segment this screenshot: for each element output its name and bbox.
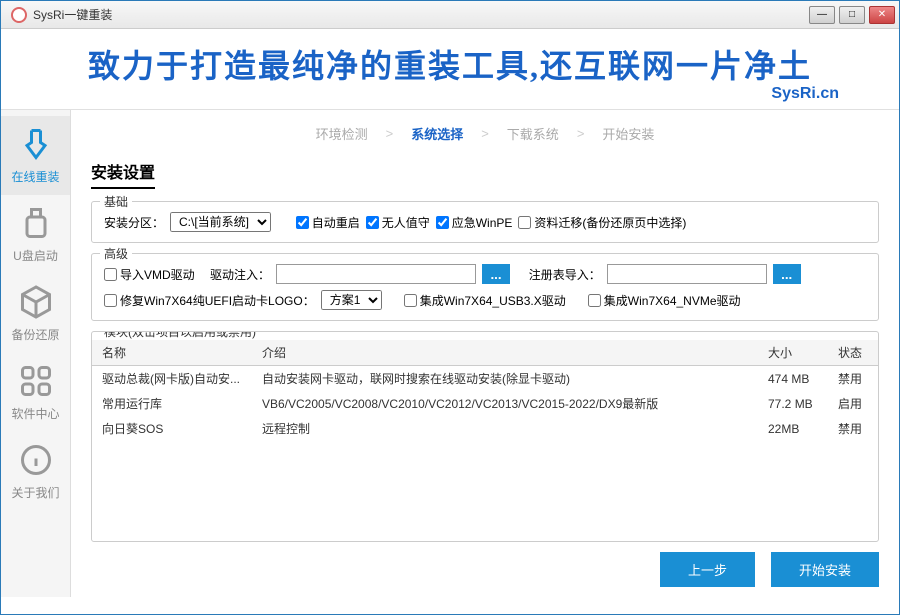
driver-inject-label: 驱动注入： (210, 266, 270, 283)
nvme-checkbox[interactable]: 集成Win7X64_NVMe驱动 (588, 292, 741, 309)
auto-restart-checkbox[interactable]: 自动重启 (296, 214, 360, 231)
cell-status: 启用 (828, 391, 878, 416)
chevron-right-icon: > (386, 126, 394, 141)
modules-legend: 模块(双击项目以启用或禁用) (100, 331, 260, 340)
sidebar-item-usb-boot[interactable]: U盘启动 (1, 195, 70, 274)
sidebar: 在线重装 U盘启动 备份还原 软件中心 关于我们 (1, 110, 71, 597)
basic-legend: 基础 (100, 193, 132, 210)
sidebar-item-about[interactable]: 关于我们 (1, 432, 70, 511)
step-env-check[interactable]: 环境检测 (306, 124, 378, 143)
col-name[interactable]: 名称 (92, 340, 252, 366)
content-pane: 环境检测 > 系统选择 > 下载系统 > 开始安装 安装设置 基础 安装分区： … (71, 110, 899, 597)
prev-button[interactable]: 上一步 (660, 552, 755, 587)
cell-size: 77.2 MB (758, 391, 828, 416)
close-button[interactable]: ✕ (869, 6, 895, 24)
registry-import-input[interactable] (607, 264, 767, 284)
app-icon (11, 7, 27, 23)
cell-status: 禁用 (828, 366, 878, 392)
col-desc[interactable]: 介绍 (252, 340, 758, 366)
table-row[interactable]: 驱动总裁(网卡版)自动安...自动安装网卡驱动，联网时搜索在线驱动安装(除显卡驱… (92, 366, 878, 392)
box-icon (16, 282, 56, 322)
info-icon (16, 440, 56, 480)
sidebar-item-label: U盘启动 (1, 247, 70, 264)
registry-import-label: 注册表导入： (529, 266, 601, 283)
cell-desc: VB6/VC2005/VC2008/VC2010/VC2012/VC2013/V… (252, 391, 758, 416)
fix-uefi-checkbox[interactable]: 修复Win7X64纯UEFI启动卡LOGO： (104, 292, 315, 309)
cell-size: 474 MB (758, 366, 828, 392)
modules-panel: 模块(双击项目以启用或禁用) 名称 介绍 大小 状态 驱动总裁(网卡版)自动安.… (91, 331, 879, 542)
sidebar-item-label: 关于我们 (1, 484, 70, 501)
sidebar-item-online-reinstall[interactable]: 在线重装 (1, 116, 70, 195)
data-migrate-checkbox[interactable]: 资料迁移(备份还原页中选择) (518, 214, 686, 231)
window-title: SysRi一键重装 (33, 6, 809, 23)
titlebar: SysRi一键重装 — □ ✕ (1, 1, 899, 29)
maximize-button[interactable]: □ (839, 6, 865, 24)
cell-desc: 远程控制 (252, 416, 758, 441)
usb-icon (16, 203, 56, 243)
minimize-button[interactable]: — (809, 6, 835, 24)
page-title: 安装设置 (91, 159, 155, 189)
cell-name: 驱动总裁(网卡版)自动安... (92, 366, 252, 392)
step-system-select[interactable]: 系统选择 (401, 124, 473, 143)
pointer-icon (16, 124, 56, 164)
step-download[interactable]: 下载系统 (497, 124, 569, 143)
unattended-checkbox[interactable]: 无人值守 (366, 214, 430, 231)
cell-name: 常用运行库 (92, 391, 252, 416)
modules-table: 名称 介绍 大小 状态 驱动总裁(网卡版)自动安...自动安装网卡驱动，联网时搜… (92, 340, 878, 441)
step-indicator: 环境检测 > 系统选择 > 下载系统 > 开始安装 (91, 124, 879, 143)
driver-inject-input[interactable] (276, 264, 476, 284)
hero-subtitle: SysRi.cn (21, 85, 879, 103)
sidebar-item-label: 在线重装 (1, 168, 70, 185)
driver-browse-button[interactable]: ... (482, 264, 510, 284)
chevron-right-icon: > (481, 126, 489, 141)
footer-buttons: 上一步 开始安装 (91, 552, 879, 587)
basic-panel: 基础 安装分区： C:\[当前系统] 自动重启 无人值守 应急WinPE 资料迁… (91, 201, 879, 243)
install-button[interactable]: 开始安装 (771, 552, 879, 587)
step-install[interactable]: 开始安装 (592, 124, 664, 143)
chevron-right-icon: > (577, 126, 585, 141)
winpe-checkbox[interactable]: 应急WinPE (436, 214, 513, 231)
partition-label: 安装分区： (104, 214, 164, 231)
window-controls: — □ ✕ (809, 6, 895, 24)
advanced-panel: 高级 导入VMD驱动 驱动注入： ... 注册表导入： ... 修复Win7X6… (91, 253, 879, 321)
sidebar-item-software-center[interactable]: 软件中心 (1, 353, 70, 432)
sidebar-item-backup-restore[interactable]: 备份还原 (1, 274, 70, 353)
table-row[interactable]: 向日葵SOS远程控制22MB禁用 (92, 416, 878, 441)
table-row[interactable]: 常用运行库VB6/VC2005/VC2008/VC2010/VC2012/VC2… (92, 391, 878, 416)
cell-desc: 自动安装网卡驱动，联网时搜索在线驱动安装(除显卡驱动) (252, 366, 758, 392)
hero-banner: 致力于打造最纯净的重装工具,还互联网一片净土 SysRi.cn (1, 29, 899, 110)
usb3-checkbox[interactable]: 集成Win7X64_USB3.X驱动 (404, 292, 566, 309)
registry-browse-button[interactable]: ... (773, 264, 801, 284)
cell-name: 向日葵SOS (92, 416, 252, 441)
grid-icon (16, 361, 56, 401)
sidebar-item-label: 软件中心 (1, 405, 70, 422)
hero-title: 致力于打造最纯净的重装工具,还互联网一片净土 (21, 41, 879, 87)
col-size[interactable]: 大小 (758, 340, 828, 366)
partition-select[interactable]: C:\[当前系统] (170, 212, 271, 232)
advanced-legend: 高级 (100, 245, 132, 262)
cell-size: 22MB (758, 416, 828, 441)
col-status[interactable]: 状态 (828, 340, 878, 366)
scheme-select[interactable]: 方案1 (321, 290, 382, 310)
sidebar-item-label: 备份还原 (1, 326, 70, 343)
cell-status: 禁用 (828, 416, 878, 441)
import-vmd-checkbox[interactable]: 导入VMD驱动 (104, 266, 195, 283)
